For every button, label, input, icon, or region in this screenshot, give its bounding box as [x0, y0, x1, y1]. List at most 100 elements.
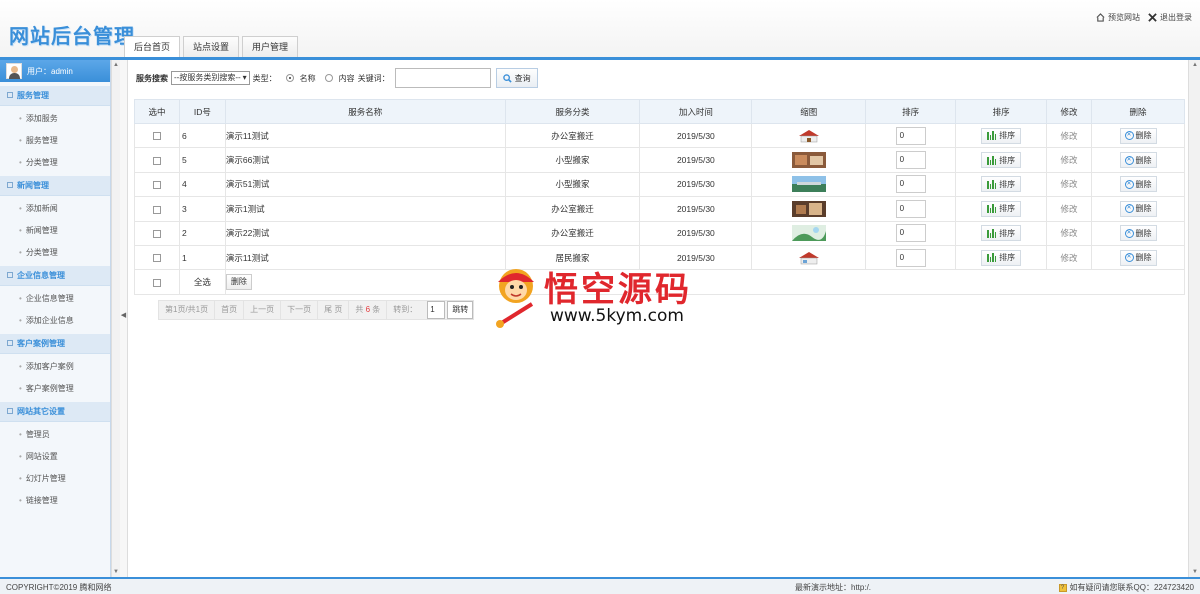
row-checkbox[interactable] [152, 132, 161, 141]
row-checkbox[interactable] [152, 230, 161, 238]
row-category: 办公室搬迁 [504, 220, 641, 246]
row-category: 小型搬家 [504, 171, 641, 198]
sort-bars-icon [987, 204, 997, 214]
edit-link[interactable]: 修改 [1061, 204, 1078, 214]
edit-link[interactable]: 修改 [1061, 131, 1078, 141]
row-checkbox[interactable] [152, 254, 161, 263]
question-icon: ? [1058, 583, 1067, 592]
tab-home[interactable]: 后台首页 [124, 36, 181, 58]
sort-input[interactable]: 0 [895, 224, 926, 243]
scroll-up-icon[interactable]: ▲ [1192, 62, 1198, 68]
tab-user-management[interactable]: 用户管理 [242, 36, 299, 58]
sidebar-item-service-category[interactable]: 分类管理 [0, 152, 110, 174]
main-scrollbar[interactable]: ▲ ▼ [1188, 60, 1200, 577]
sort-button[interactable]: 排序 [981, 176, 1022, 193]
delete-circle-icon: ✕ [1124, 155, 1134, 165]
radio-content-label: 内容 [338, 73, 355, 83]
row-category: 办公室搬迁 [504, 122, 641, 149]
logout-link[interactable]: 退出登录 [1148, 12, 1192, 23]
last-page-link[interactable]: 尾 页 [318, 301, 350, 319]
row-name: 演示11测试 [224, 244, 506, 271]
scroll-down-icon[interactable]: ▼ [113, 569, 119, 575]
type-label: 类型： [252, 73, 277, 83]
sidebar-item-add-service[interactable]: 添加服务 [0, 108, 110, 130]
collapse-square-icon [7, 339, 13, 346]
menu-group-company[interactable]: 企业信息管理 [0, 266, 110, 286]
sidebar-item-service-management[interactable]: 服务管理 [0, 130, 110, 152]
sort-button[interactable]: 排序 [981, 249, 1022, 266]
row-name: 演示11测试 [224, 122, 506, 149]
scroll-down-icon[interactable]: ▼ [1192, 569, 1198, 575]
sidebar-item-news-management[interactable]: 新闻管理 [0, 220, 110, 242]
select-all-checkbox[interactable] [152, 278, 161, 287]
row-checkbox[interactable] [152, 205, 161, 214]
first-page-link[interactable]: 首页 [215, 301, 245, 319]
table-row: 2 演示22测试 办公室搬迁 2019/5/30 0 排序 修改 ✕ 删除 [134, 220, 1185, 246]
prev-page-link[interactable]: 上一页 [244, 301, 282, 319]
goto-page-input[interactable]: 1 [427, 301, 446, 319]
radio-name[interactable] [285, 74, 294, 82]
sidebar-item-slideshow[interactable]: 幻灯片管理 [0, 468, 110, 490]
thumbnail-image [791, 200, 826, 217]
delete-button[interactable]: ✕ 删除 [1119, 152, 1157, 169]
delete-button[interactable]: ✕ 删除 [1119, 127, 1157, 144]
scroll-up-icon[interactable]: ▲ [113, 62, 119, 68]
copyright-text: COPYRIGHT©2019 腾和网络 [6, 583, 112, 592]
delete-button[interactable]: ✕ 删除 [1119, 225, 1157, 242]
edit-link[interactable]: 修改 [1061, 228, 1078, 238]
sort-input[interactable]: 0 [895, 175, 926, 194]
next-page-link[interactable]: 下一页 [281, 301, 319, 319]
menu-group-cases[interactable]: 客户案例管理 [0, 334, 110, 354]
delete-button[interactable]: ✕ 删除 [1119, 176, 1157, 193]
sort-bars-icon [987, 131, 997, 141]
keyword-input[interactable] [394, 68, 491, 88]
edit-link[interactable]: 修改 [1061, 179, 1078, 189]
sidebar-scrollbar[interactable]: ▲ ▼ [111, 60, 120, 577]
collapse-square-icon [7, 271, 13, 278]
edit-link[interactable]: 修改 [1061, 253, 1078, 263]
delete-button[interactable]: ✕ 删除 [1119, 249, 1157, 266]
sort-input[interactable]: 0 [895, 199, 926, 218]
sort-button[interactable]: 排序 [981, 152, 1022, 169]
bulk-delete-button[interactable]: 删除 [225, 274, 252, 291]
sort-input[interactable]: 0 [895, 126, 926, 145]
search-label: 服务搜索 [136, 73, 168, 83]
menu-group-service[interactable]: 服务管理 [0, 86, 110, 106]
sidebar-item-add-news[interactable]: 添加新闻 [0, 198, 110, 220]
sidebar-item-links[interactable]: 链接管理 [0, 490, 110, 512]
category-select[interactable]: --按服务类别搜索-- ▾ [171, 71, 250, 85]
thumbnail-image [791, 249, 826, 266]
menu-group-other-settings[interactable]: 网站其它设置 [0, 402, 110, 422]
sidebar-item-add-company-info[interactable]: 添加企业信息 [0, 310, 110, 332]
menu-group-news[interactable]: 新闻管理 [0, 176, 110, 196]
collapse-left-icon[interactable]: ◀ [120, 310, 127, 322]
sort-button[interactable]: 排序 [981, 200, 1022, 217]
radio-content[interactable] [324, 74, 333, 82]
row-checkbox[interactable] [152, 156, 161, 165]
sidebar-item-case-management[interactable]: 客户案例管理 [0, 378, 110, 400]
col-header-category: 服务分类 [504, 99, 641, 124]
sidebar-item-admin[interactable]: 管理员 [0, 424, 110, 446]
sidebar-item-site-settings[interactable]: 网站设置 [0, 446, 110, 468]
sidebar-item-add-case[interactable]: 添加客户案例 [0, 356, 110, 378]
query-button[interactable]: 查询 [495, 68, 538, 88]
avatar [6, 63, 22, 79]
row-name: 演示1测试 [224, 196, 506, 222]
total-count: 共 6 条 [349, 301, 388, 319]
sort-input[interactable]: 0 [895, 248, 926, 267]
sidebar-item-news-category[interactable]: 分类管理 [0, 242, 110, 264]
table-row: 6 演示11测试 办公室搬迁 2019/5/30 0 排序 修改 ✕ 删除 [134, 122, 1185, 149]
sort-button[interactable]: 排序 [981, 225, 1022, 242]
sidebar-item-company-info[interactable]: 企业信息管理 [0, 288, 110, 310]
edit-link[interactable]: 修改 [1061, 155, 1078, 165]
sort-button[interactable]: 排序 [981, 127, 1022, 144]
sort-input[interactable]: 0 [895, 151, 926, 170]
row-checkbox[interactable] [152, 181, 161, 190]
tab-site-settings[interactable]: 站点设置 [183, 36, 240, 58]
row-date: 2019/5/30 [639, 147, 753, 173]
top-tabs: 后台首页 站点设置 用户管理 [124, 36, 301, 58]
delete-button[interactable]: ✕ 删除 [1119, 200, 1157, 217]
col-header-sort-action: 排序 [955, 99, 1048, 124]
preview-site-link[interactable]: 预览网站 [1096, 12, 1140, 23]
goto-button[interactable]: 跳转 [447, 301, 474, 319]
